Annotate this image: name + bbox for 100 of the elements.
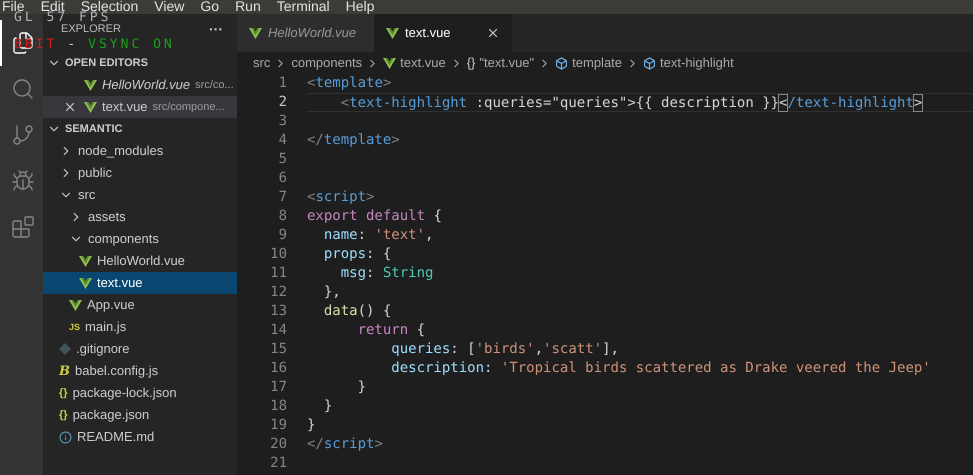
file-name: HelloWorld.vue: [102, 76, 190, 94]
vue-icon: [249, 28, 262, 38]
cube-icon: [643, 56, 656, 70]
tree-item[interactable]: JS main.js: [43, 316, 237, 338]
source-control-icon: [10, 123, 34, 147]
code-line: export default {: [307, 207, 443, 226]
code-line: props: {: [322, 245, 392, 264]
editor-tab[interactable]: HelloWorld.vue: [237, 14, 374, 52]
file-path: src/co...: [195, 78, 234, 93]
line-number: 8: [278, 207, 287, 226]
breadcrumb[interactable]: {} "text.vue": [466, 53, 534, 73]
section-header[interactable]: SEMANTIC: [43, 118, 237, 140]
code-line: </template>: [307, 131, 401, 150]
code-line: queries: ['birds','scatt'],: [390, 340, 620, 359]
code-line: msg: String: [340, 264, 434, 283]
menu-item[interactable]: Help: [346, 0, 374, 12]
code-line: }: [307, 416, 316, 435]
debug-icon: [10, 169, 34, 193]
tree-item[interactable]: B babel.config.js: [43, 360, 237, 382]
close-icon[interactable]: [486, 26, 500, 40]
code-line: return {: [356, 321, 426, 340]
code-line: <text-highlight :queries="queries">{{ description }}</text-highlight>: [307, 93, 973, 112]
braces-icon: {}: [59, 410, 68, 420]
menu-item[interactable]: Go: [200, 0, 220, 12]
vue-icon: [386, 28, 399, 38]
tree-item[interactable]: public: [43, 162, 237, 184]
editor-tab[interactable]: text.vue: [374, 14, 512, 52]
open-editor-item[interactable]: text.vue src/compone...: [43, 96, 237, 118]
breadcrumb[interactable]: template: [555, 53, 622, 73]
line-number: 17: [269, 378, 287, 397]
overlay-text: -: [67, 38, 78, 52]
braces-icon: {}: [59, 388, 68, 398]
babel-icon: B: [59, 364, 70, 378]
line-number: 18: [269, 397, 287, 416]
menu-item[interactable]: Edit: [40, 0, 65, 12]
menu-item[interactable]: Run: [235, 0, 261, 12]
line-number: 21: [269, 454, 287, 473]
tree-item[interactable]: node_modules: [43, 140, 237, 162]
line-number: 19: [269, 416, 287, 435]
code-line: description: 'Tropical birds scattered as Drake veered the Jeep': [390, 359, 932, 378]
js-icon: JS: [69, 322, 80, 332]
line-number: 10: [269, 245, 287, 264]
line-number: 20: [269, 435, 287, 454]
tree-item[interactable]: README.md: [43, 426, 237, 448]
line-number: 11: [269, 264, 287, 283]
line-number: 13: [269, 302, 287, 321]
search-icon: [10, 77, 34, 101]
breadcrumb[interactable]: components: [291, 53, 362, 73]
tree-item[interactable]: App.vue: [43, 294, 237, 316]
code-line: data() {: [322, 302, 392, 321]
info-icon: [59, 430, 72, 444]
braces-icon: {}: [466, 53, 476, 73]
menu-item[interactable]: View: [154, 0, 184, 12]
line-number: 15: [269, 340, 287, 359]
menu-item[interactable]: File: [2, 0, 25, 12]
code-line: }: [356, 378, 368, 397]
line-number: 5: [278, 150, 287, 169]
line-number: 16: [269, 359, 287, 378]
line-number: 6: [278, 169, 287, 188]
open-editor-item[interactable]: HelloWorld.vue src/co...: [43, 74, 237, 96]
code-line: <template>: [307, 74, 392, 93]
file-name: text.vue: [102, 98, 148, 116]
tree-item[interactable]: components: [43, 228, 237, 250]
breadcrumb[interactable]: text-highlight: [643, 53, 734, 73]
code-line: },: [322, 283, 342, 302]
breadcrumb[interactable]: src: [253, 53, 270, 73]
line-number: 3: [278, 112, 287, 131]
line-number: 12: [269, 283, 287, 302]
tree-item[interactable]: {} package.json: [43, 404, 237, 426]
code-line: name: 'text',: [322, 226, 434, 245]
vue-icon: [84, 80, 97, 90]
close-icon[interactable]: [63, 100, 77, 114]
overlay-text: VSYNC ON: [88, 38, 175, 52]
fps-overlay: GL 57 FPS: [14, 11, 112, 25]
section-header[interactable]: OPEN EDITORS: [43, 52, 237, 74]
breadcrumb[interactable]: text.vue: [383, 53, 446, 73]
tree-item[interactable]: src: [43, 184, 237, 206]
line-number: 14: [269, 321, 287, 340]
tree-item[interactable]: {} package-lock.json: [43, 382, 237, 404]
line-number: 4: [278, 131, 287, 150]
line-number: 1: [278, 74, 287, 93]
vue-icon: [84, 102, 97, 112]
diamond-icon: [59, 343, 71, 355]
vue-icon: [79, 256, 92, 266]
code-line: }: [322, 397, 334, 416]
line-number: 9: [278, 226, 287, 245]
cube-icon: [555, 56, 568, 70]
tree-item[interactable]: text.vue: [43, 272, 237, 294]
code-line: </script>: [307, 435, 384, 454]
code-line: <script>: [307, 188, 376, 207]
tree-item[interactable]: assets: [43, 206, 237, 228]
menu-item[interactable]: Terminal: [276, 0, 330, 12]
extensions-icon: [10, 215, 34, 239]
line-number: 7: [278, 188, 287, 207]
more-actions-button[interactable]: ···: [209, 18, 223, 40]
tree-item[interactable]: HelloWorld.vue: [43, 250, 237, 272]
tree-item[interactable]: .gitignore: [43, 338, 237, 360]
vue-icon: [79, 278, 92, 288]
menu-item[interactable]: Selection: [80, 0, 138, 12]
vue-icon: [383, 58, 396, 68]
